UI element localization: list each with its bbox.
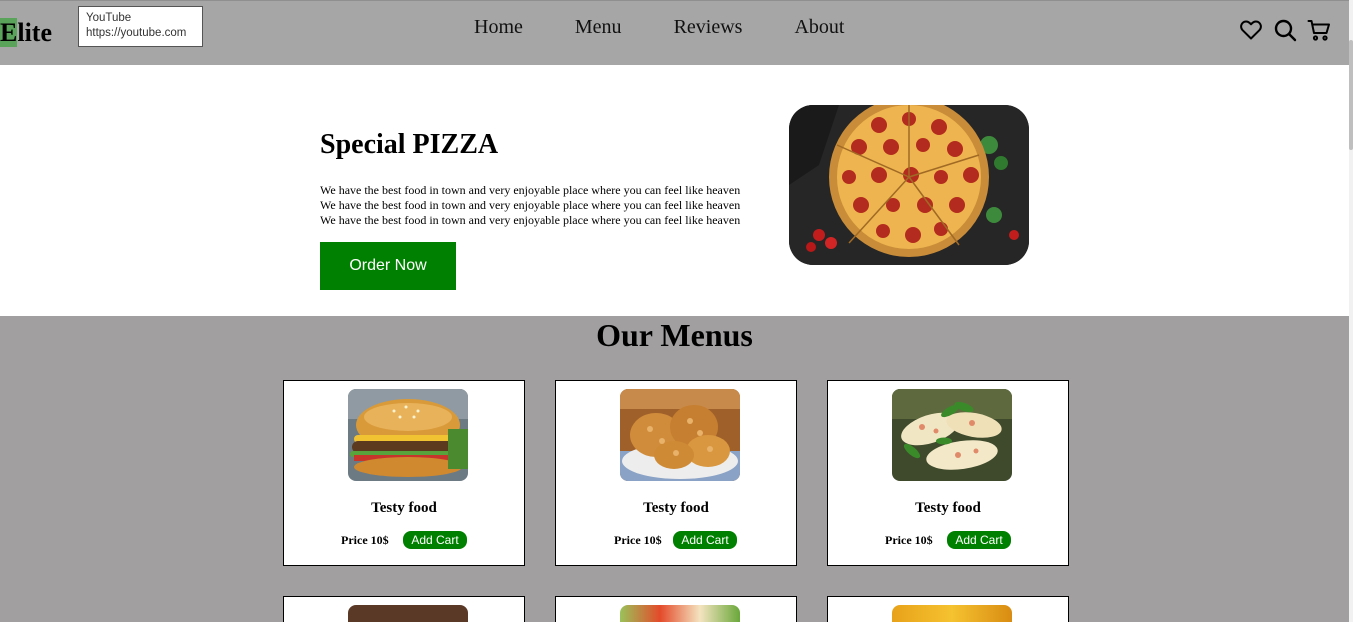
menu-card: Testy food Price 10$ Add Cart (827, 380, 1069, 566)
pizza-image (789, 105, 1029, 265)
scrollbar-thumb[interactable] (1349, 40, 1353, 150)
menus-section: Our Menus Testy food Price 10$ Add Cart (0, 316, 1349, 622)
add-cart-button[interactable]: Add Cart (673, 531, 737, 549)
nav-about[interactable]: About (794, 14, 844, 40)
search-icon[interactable] (1273, 18, 1297, 42)
add-cart-button[interactable]: Add Cart (403, 531, 467, 549)
menu-card-partial (283, 596, 525, 622)
menu-card-partial (555, 596, 797, 622)
tooltip-url: https://youtube.com (86, 27, 187, 39)
scrollbar[interactable] (1349, 0, 1353, 622)
card-price: Price 10$ (341, 533, 389, 547)
burger-image (348, 389, 468, 481)
food-image (620, 605, 740, 622)
logo-first-letter: E (0, 18, 18, 47)
card-price: Price 10$ (614, 533, 662, 547)
hero-description: We have the best food in town and very e… (320, 183, 775, 228)
hero-line: We have the best food in town and very e… (320, 213, 741, 227)
food-image (892, 605, 1012, 622)
order-now-button[interactable]: Order Now (320, 242, 456, 290)
card-name: Testy food (915, 500, 981, 516)
nav-reviews[interactable]: Reviews (674, 14, 743, 40)
link-tooltip: YouTube https://youtube.com (78, 6, 203, 47)
fried-chicken-image (620, 389, 740, 481)
cart-icon[interactable] (1307, 18, 1331, 42)
nav-home[interactable]: Home (474, 14, 523, 40)
logo-rest: lite (17, 18, 52, 47)
hero-line: We have the best food in town and very e… (320, 198, 741, 212)
menus-title: Our Menus (596, 317, 753, 353)
wraps-image (892, 389, 1012, 481)
brand-logo[interactable]: Elite (0, 18, 52, 48)
hero-section: Special PIZZA We have the best food in t… (0, 65, 1349, 316)
card-name: Testy food (371, 500, 437, 516)
nav-icons (1239, 18, 1331, 42)
hero-line: We have the best food in town and very e… (320, 183, 741, 197)
add-cart-button[interactable]: Add Cart (947, 531, 1011, 549)
tooltip-title: YouTube (86, 12, 132, 24)
menu-card: Testy food Price 10$ Add Cart (555, 380, 797, 566)
nav-links: Home Menu Reviews About (474, 14, 896, 40)
heart-icon[interactable] (1239, 18, 1263, 42)
navbar: Elite YouTube https://youtube.com Home M… (0, 0, 1349, 65)
card-price: Price 10$ (885, 533, 933, 547)
menu-card: Testy food Price 10$ Add Cart (283, 380, 525, 566)
food-image (348, 605, 468, 622)
card-name: Testy food (643, 500, 709, 516)
hero-title: Special PIZZA (320, 129, 499, 160)
menu-card-partial (827, 596, 1069, 622)
nav-menu[interactable]: Menu (575, 14, 622, 40)
